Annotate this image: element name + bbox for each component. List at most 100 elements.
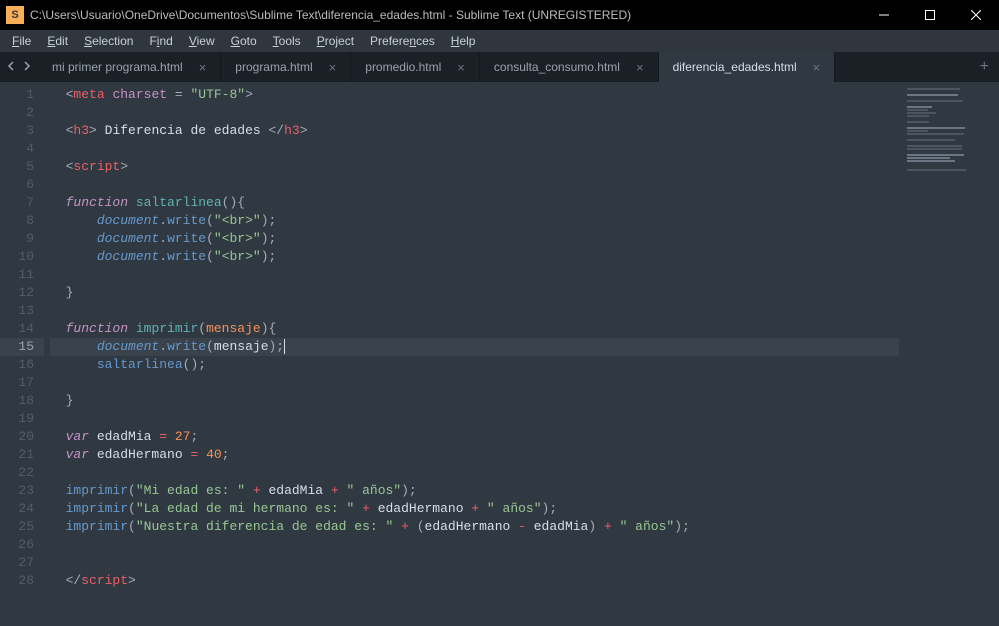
menu-tools[interactable]: Tools (265, 30, 309, 52)
code-line: document.write("<br>"); (50, 248, 899, 266)
menu-selection[interactable]: Selection (76, 30, 141, 52)
code-line (50, 266, 899, 284)
tab-1[interactable]: programa.html × (221, 52, 351, 82)
tab-close-icon[interactable]: × (199, 60, 207, 75)
tab-nav-forward-icon[interactable] (22, 58, 32, 76)
app-icon: S (6, 6, 24, 24)
code-line (50, 554, 899, 572)
tab-bar: mi primer programa.html× programa.html× … (0, 52, 999, 82)
tab-label: promedio.html (365, 60, 441, 74)
tab-label: diferencia_edades.html (673, 60, 797, 74)
code-line (50, 374, 899, 392)
line-number: 21 (0, 446, 44, 464)
window-controls (861, 0, 999, 30)
line-number: 14 (0, 320, 44, 338)
line-number: 23 (0, 482, 44, 500)
line-number: 24 (0, 500, 44, 518)
line-number: 15 (0, 338, 44, 356)
tab-close-icon[interactable]: × (636, 60, 644, 75)
line-gutter[interactable]: 1234567891011121314151617181920212223242… (0, 82, 44, 626)
menu-edit[interactable]: Edit (39, 30, 76, 52)
line-number: 2 (0, 104, 44, 122)
code-line: <meta charset = "UTF-8"> (50, 86, 899, 104)
line-number: 20 (0, 428, 44, 446)
line-number: 22 (0, 464, 44, 482)
line-number: 1 (0, 86, 44, 104)
tab-nav-back-icon[interactable] (6, 58, 16, 76)
minimize-button[interactable] (861, 0, 907, 30)
tab-label: mi primer programa.html (52, 60, 183, 74)
line-number: 3 (0, 122, 44, 140)
tab-0[interactable]: mi primer programa.html × (38, 52, 221, 82)
tab-close-icon[interactable]: × (813, 60, 821, 75)
menu-help[interactable]: Help (443, 30, 484, 52)
titlebar: S C:\Users\Usuario\OneDrive\Documentos\S… (0, 0, 999, 30)
menu-preferences[interactable]: Preferences (362, 30, 443, 52)
line-number: 10 (0, 248, 44, 266)
tabs: mi primer programa.html× programa.html× … (38, 52, 970, 82)
menu-view[interactable]: View (181, 30, 223, 52)
code-line: document.write("<br>"); (50, 212, 899, 230)
line-number: 25 (0, 518, 44, 536)
tab-close-icon[interactable]: × (457, 60, 465, 75)
code-line: } (50, 392, 899, 410)
code-line (50, 536, 899, 554)
menu-goto[interactable]: Goto (223, 30, 265, 52)
line-number: 9 (0, 230, 44, 248)
close-button[interactable] (953, 0, 999, 30)
line-number: 6 (0, 176, 44, 194)
tab-label: programa.html (235, 60, 312, 74)
menu-project[interactable]: Project (309, 30, 362, 52)
code-line: imprimir("La edad de mi hermano es: " + … (50, 500, 899, 518)
tab-3[interactable]: consulta_consumo.html × (480, 52, 659, 82)
minimap[interactable] (899, 82, 999, 626)
code-line: document.write("<br>"); (50, 230, 899, 248)
window-title: C:\Users\Usuario\OneDrive\Documentos\Sub… (30, 8, 631, 22)
code-line: <script> (50, 158, 899, 176)
plus-icon: + (980, 58, 989, 76)
line-number: 4 (0, 140, 44, 158)
code-line: } (50, 284, 899, 302)
line-number: 17 (0, 374, 44, 392)
line-number: 5 (0, 158, 44, 176)
tab-label: consulta_consumo.html (494, 60, 620, 74)
code-line: function imprimir(mensaje){ (50, 320, 899, 338)
menubar: File Edit Selection Find View Goto Tools… (0, 30, 999, 52)
code-line: var edadMia = 27; (50, 428, 899, 446)
line-number: 12 (0, 284, 44, 302)
code-line: imprimir("Nuestra diferencia de edad es:… (50, 518, 899, 536)
tab-nav (0, 52, 38, 82)
line-number: 16 (0, 356, 44, 374)
code-line: var edadHermano = 40; (50, 446, 899, 464)
menu-file[interactable]: File (4, 30, 39, 52)
line-number: 18 (0, 392, 44, 410)
tab-4[interactable]: diferencia_edades.html × (659, 52, 836, 82)
code-line: document.write(mensaje); (50, 338, 899, 356)
line-number: 19 (0, 410, 44, 428)
code-line (50, 410, 899, 428)
tab-close-icon[interactable]: × (329, 60, 337, 75)
code-line (50, 104, 899, 122)
tab-2[interactable]: promedio.html × (351, 52, 480, 82)
line-number: 13 (0, 302, 44, 320)
code-line: </script> (50, 572, 899, 590)
code-area[interactable]: <meta charset = "UTF-8"> <h3> Diferencia… (44, 82, 899, 626)
line-number: 28 (0, 572, 44, 590)
line-number: 27 (0, 554, 44, 572)
new-tab-button[interactable]: + (970, 52, 999, 82)
menu-find[interactable]: Find (141, 30, 180, 52)
code-line: <h3> Diferencia de edades </h3> (50, 122, 899, 140)
app-icon-letter: S (11, 9, 18, 21)
code-line (50, 302, 899, 320)
titlebar-left: S C:\Users\Usuario\OneDrive\Documentos\S… (0, 6, 631, 24)
code-line (50, 464, 899, 482)
code-line: imprimir("Mi edad es: " + edadMia + " añ… (50, 482, 899, 500)
cursor (284, 339, 285, 354)
line-number: 7 (0, 194, 44, 212)
code-line: function saltarlinea(){ (50, 194, 899, 212)
line-number: 11 (0, 266, 44, 284)
code-line (50, 140, 899, 158)
editor: 1234567891011121314151617181920212223242… (0, 82, 999, 626)
maximize-button[interactable] (907, 0, 953, 30)
line-number: 26 (0, 536, 44, 554)
